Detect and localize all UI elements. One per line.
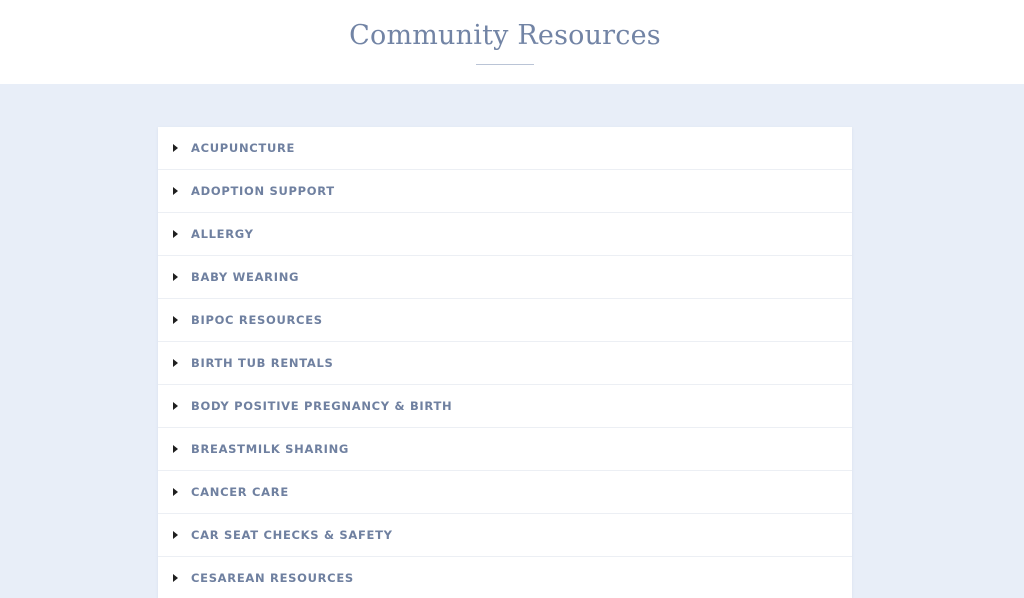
- accordion-item-baby-wearing[interactable]: BABY WEARING: [158, 256, 852, 299]
- accordion-item-label: CESAREAN RESOURCES: [191, 571, 354, 585]
- caret-right-icon: [173, 402, 178, 410]
- accordion-item-label: BREASTMILK SHARING: [191, 442, 350, 456]
- accordion-item-allergy[interactable]: ALLERGY: [158, 213, 852, 256]
- caret-right-icon: [173, 144, 178, 152]
- caret-right-icon: [173, 488, 178, 496]
- accordion-item-breastmilk-sharing[interactable]: BREASTMILK SHARING: [158, 428, 852, 471]
- page-title: Community Resources: [349, 20, 661, 51]
- caret-right-icon: [173, 445, 178, 453]
- accordion-item-label: ALLERGY: [191, 227, 254, 241]
- caret-right-icon: [173, 359, 178, 367]
- caret-right-icon: [173, 187, 178, 195]
- resources-accordion: ACUPUNCTURE ADOPTION SUPPORT ALLERGY BAB…: [158, 127, 852, 598]
- accordion-item-label: BODY POSITIVE PREGNANCY & BIRTH: [191, 399, 453, 413]
- accordion-item-label: ADOPTION SUPPORT: [191, 184, 335, 198]
- title-divider: [476, 64, 534, 65]
- caret-right-icon: [173, 531, 178, 539]
- accordion-item-car-seat[interactable]: CAR SEAT CHECKS & SAFETY: [158, 514, 852, 557]
- accordion-item-bipoc-resources[interactable]: BIPOC RESOURCES: [158, 299, 852, 342]
- accordion-item-cesarean-resources[interactable]: CESAREAN RESOURCES: [158, 557, 852, 598]
- accordion-item-body-positive[interactable]: BODY POSITIVE PREGNANCY & BIRTH: [158, 385, 852, 428]
- accordion-item-label: ACUPUNCTURE: [191, 141, 296, 155]
- page-header: Community Resources: [0, 0, 1024, 84]
- accordion-item-adoption-support[interactable]: ADOPTION SUPPORT: [158, 170, 852, 213]
- accordion-item-acupuncture[interactable]: ACUPUNCTURE: [158, 127, 852, 170]
- accordion-item-label: BIPOC RESOURCES: [191, 313, 323, 327]
- caret-right-icon: [173, 316, 178, 324]
- accordion-item-label: BIRTH TUB RENTALS: [191, 356, 334, 370]
- caret-right-icon: [173, 230, 178, 238]
- accordion-item-label: BABY WEARING: [191, 270, 300, 284]
- accordion-item-label: CAR SEAT CHECKS & SAFETY: [191, 528, 393, 542]
- accordion-item-label: CANCER CARE: [191, 485, 289, 499]
- accordion-item-cancer-care[interactable]: CANCER CARE: [158, 471, 852, 514]
- caret-right-icon: [173, 273, 178, 281]
- accordion-item-birth-tub-rentals[interactable]: BIRTH TUB RENTALS: [158, 342, 852, 385]
- caret-right-icon: [173, 574, 178, 582]
